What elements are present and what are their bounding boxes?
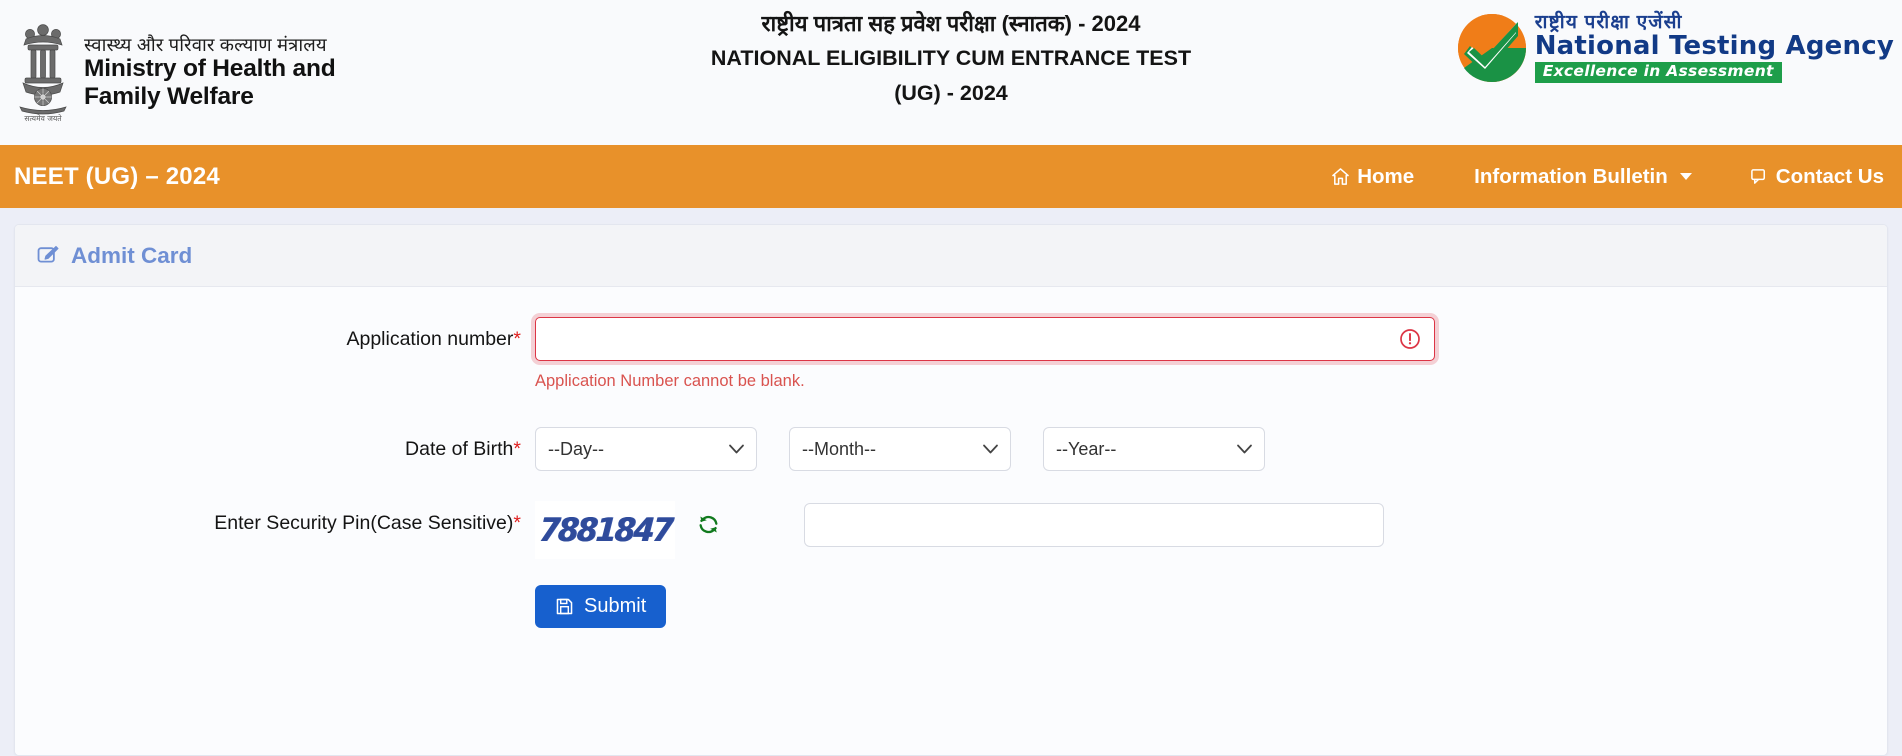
nav-item-information-bulletin-label: Information Bulletin bbox=[1474, 164, 1668, 188]
ministry-name-line1: Ministry of Health and bbox=[84, 55, 336, 83]
application-number-label: Application number* bbox=[15, 317, 535, 351]
navbar-links: Home Information Bulletin Contact Us bbox=[1331, 159, 1884, 195]
refresh-captcha-button[interactable] bbox=[697, 513, 720, 536]
comment-icon bbox=[1750, 167, 1769, 186]
date-of-birth-row: Date of Birth* --Day-- --Month-- --Year-… bbox=[15, 427, 1887, 471]
dob-day-wrapper: --Day-- bbox=[535, 427, 757, 471]
required-asterisk: * bbox=[513, 512, 521, 534]
nav-item-contact-us-label: Contact Us bbox=[1775, 164, 1884, 188]
security-pin-controls: 7881847 bbox=[535, 501, 1887, 559]
submit-button-label: Submit bbox=[584, 595, 647, 617]
application-number-error: Application Number cannot be blank. bbox=[535, 372, 805, 390]
ministry-branding: सत्यमेव जयते स्वास्थ्य और परिवार कल्याण … bbox=[0, 19, 470, 127]
security-pin-row: Enter Security Pin(Case Sensitive)* 7881… bbox=[15, 501, 1887, 559]
page-title-text: Admit Card bbox=[71, 242, 193, 268]
nav-item-home[interactable]: Home bbox=[1331, 159, 1414, 195]
nta-tagline: Excellence in Assessment bbox=[1534, 62, 1782, 83]
admit-card-panel: Admit Card Application number* Applicati… bbox=[14, 224, 1888, 756]
main-navbar: NEET (UG) – 2024 Home Information Bullet… bbox=[0, 145, 1902, 208]
application-number-field-wrapper bbox=[535, 317, 1435, 361]
admit-card-form: Application number* Application Number c… bbox=[15, 287, 1887, 755]
captcha-text: 7881847 bbox=[537, 511, 673, 549]
application-number-label-text: Application number bbox=[346, 328, 514, 350]
submit-button[interactable]: Submit bbox=[535, 585, 667, 628]
nta-name-english: National Testing Agency bbox=[1534, 31, 1894, 62]
application-number-row: Application number* Application Number c… bbox=[15, 317, 1887, 391]
dob-year-wrapper: --Year-- bbox=[1043, 427, 1265, 471]
edit-square-icon bbox=[37, 244, 60, 267]
nav-item-information-bulletin[interactable]: Information Bulletin bbox=[1474, 159, 1692, 195]
dob-year-select[interactable]: --Year-- bbox=[1043, 427, 1265, 471]
date-of-birth-label-text: Date of Birth bbox=[405, 438, 514, 460]
security-pin-input[interactable] bbox=[804, 503, 1384, 547]
nta-name-hindi: राष्ट्रीय परीक्षा एजेंसी bbox=[1534, 12, 1683, 34]
site-header: सत्यमेव जयते स्वास्थ्य और परिवार कल्याण … bbox=[0, 0, 1902, 145]
date-of-birth-selects: --Day-- --Month-- --Year-- bbox=[535, 427, 1887, 471]
date-of-birth-label: Date of Birth* bbox=[15, 427, 535, 461]
security-pin-label-text: Enter Security Pin(Case Sensitive) bbox=[214, 512, 514, 534]
admit-card-header: Admit Card bbox=[15, 225, 1887, 287]
emblem-motto: सत्यमेव जयते bbox=[24, 114, 62, 123]
ministry-name-hindi: स्वास्थ्य और परिवार कल्याण मंत्रालय bbox=[84, 33, 327, 55]
required-asterisk: * bbox=[513, 438, 521, 460]
nta-logo-icon bbox=[1456, 12, 1528, 84]
required-asterisk: * bbox=[513, 328, 521, 350]
submit-row-spacer bbox=[15, 585, 535, 628]
save-icon bbox=[555, 597, 574, 616]
chevron-down-icon bbox=[1679, 173, 1692, 180]
dob-month-select[interactable]: --Month-- bbox=[789, 427, 1011, 471]
page-title: Admit Card bbox=[37, 243, 192, 269]
navbar-brand: NEET (UG) – 2024 bbox=[14, 162, 220, 190]
dob-day-select[interactable]: --Day-- bbox=[535, 427, 757, 471]
captcha-image: 7881847 bbox=[535, 501, 675, 559]
nav-item-contact-us[interactable]: Contact Us bbox=[1750, 159, 1884, 195]
national-emblem-icon: सत्यमेव जयते bbox=[12, 19, 74, 127]
ministry-name-line2: Family Welfare bbox=[84, 82, 254, 110]
home-icon bbox=[1331, 167, 1350, 186]
page-content: Admit Card Application number* Applicati… bbox=[0, 208, 1902, 756]
nta-branding: राष्ट्रीय परीक्षा एजेंसी National Testin… bbox=[1456, 12, 1894, 84]
security-pin-label: Enter Security Pin(Case Sensitive)* bbox=[15, 501, 535, 535]
dob-month-wrapper: --Month-- bbox=[789, 427, 1011, 471]
submit-row: Submit bbox=[15, 585, 1887, 628]
nav-item-home-label: Home bbox=[1357, 164, 1415, 188]
application-number-input[interactable] bbox=[535, 317, 1435, 361]
